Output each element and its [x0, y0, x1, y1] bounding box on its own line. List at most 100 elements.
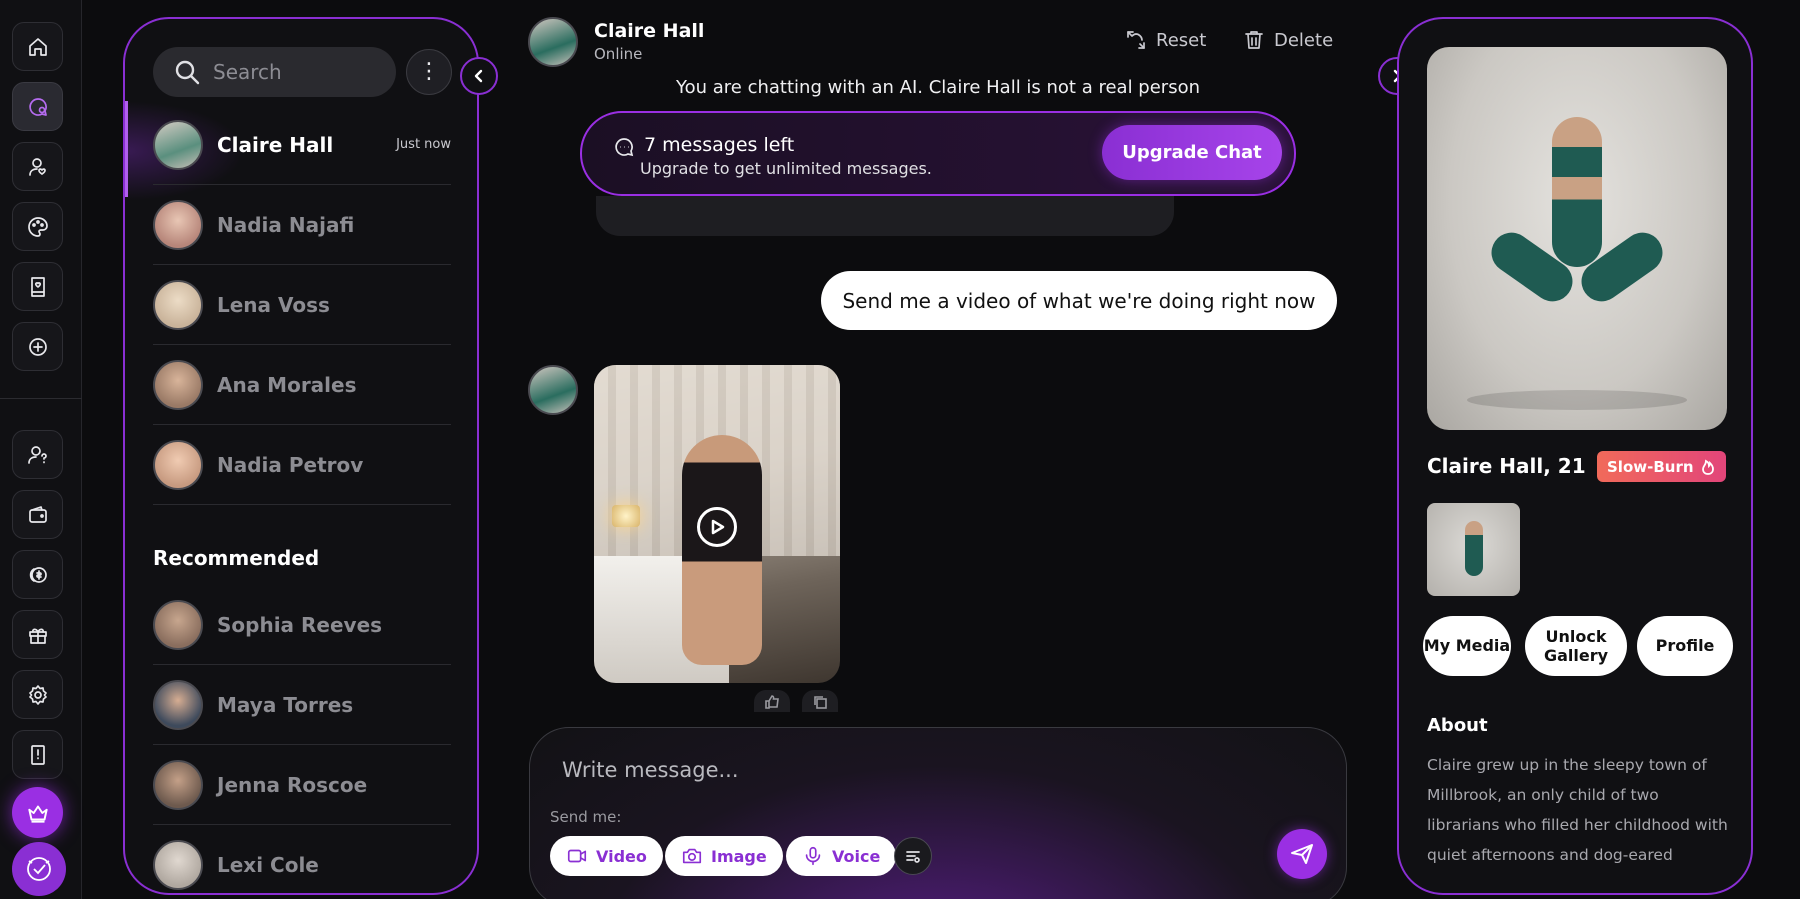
recommended-item-lexi-cole[interactable]: Lexi Cole [153, 825, 451, 893]
avatar [153, 839, 203, 890]
play-icon[interactable] [697, 507, 737, 547]
reset-button[interactable]: Reset [1124, 28, 1206, 52]
chat-icon[interactable] [12, 82, 63, 131]
about-heading: About [1427, 715, 1488, 736]
reset-label: Reset [1156, 29, 1207, 51]
delete-label: Delete [1274, 29, 1334, 51]
chip-label: Image [711, 846, 767, 866]
search-placeholder: Search [213, 60, 282, 84]
more-options-button[interactable]: ⋮ [406, 49, 452, 95]
chat-header-name: Claire Hall [594, 20, 705, 42]
send-button[interactable] [1277, 829, 1327, 879]
unlock-gallery-button[interactable]: Unlock Gallery [1525, 616, 1627, 676]
gallery-thumbnail[interactable] [1427, 503, 1520, 596]
avatar [153, 119, 203, 170]
collapse-list-button[interactable] [460, 57, 498, 95]
chat-name: Sophia Reeves [217, 612, 383, 637]
guide-icon[interactable] [12, 730, 63, 779]
previous-message-bubble [596, 196, 1174, 236]
online-status: Online [594, 45, 643, 63]
profile-name: Claire Hall, 21 [1427, 454, 1586, 478]
message-composer: Write message... Send me: Video Image Vo… [529, 727, 1347, 899]
message-limit-banner: 7 messages left Upgrade to get unlimited… [580, 111, 1296, 196]
microphone-icon [805, 846, 821, 866]
header-avatar[interactable] [528, 17, 578, 67]
delete-button[interactable]: Delete [1242, 28, 1333, 52]
gift-icon[interactable] [12, 610, 63, 659]
about-text: Claire grew up in the sleepy town of Mil… [1427, 756, 1728, 864]
coins-icon[interactable] [12, 550, 63, 599]
wallet-icon[interactable] [12, 490, 63, 539]
palette-icon[interactable] [12, 202, 63, 251]
copy-icon[interactable] [802, 690, 838, 712]
profile-photo[interactable] [1427, 47, 1727, 430]
media-lamp [612, 505, 640, 527]
chat-item-ana-morales[interactable]: Ana Morales [153, 345, 451, 425]
search-input[interactable]: Search [153, 47, 396, 97]
personality-tag: Slow-Burn [1597, 451, 1726, 482]
trash-icon [1245, 31, 1263, 49]
bot-avatar [528, 365, 578, 415]
like-icon[interactable] [754, 690, 790, 712]
chat-name: Ana Morales [217, 372, 357, 397]
send-icon [1291, 844, 1313, 864]
send-voice-button[interactable]: Voice [786, 836, 897, 876]
avatar [153, 759, 203, 810]
recommended-item-sophia-reeves[interactable]: Sophia Reeves [153, 585, 451, 665]
chat-name: Lena Voss [217, 292, 330, 317]
settings-icon[interactable] [12, 670, 63, 719]
message-input[interactable]: Write message... [562, 758, 739, 782]
user-help-icon[interactable] [12, 430, 63, 479]
upgrade-chat-button[interactable]: Upgrade Chat [1102, 125, 1282, 180]
badge-check-icon[interactable] [12, 842, 66, 896]
side-navigation [0, 0, 82, 899]
chat-name: Nadia Najafi [217, 212, 355, 237]
profile-panel: Claire Hall, 21 Slow-Burn My Media Unloc… [1397, 17, 1753, 895]
filter-options-button[interactable] [894, 837, 932, 875]
recommended-item-jenna-roscoe[interactable]: Jenna Roscoe [153, 745, 451, 825]
chat-time: Just now [396, 137, 451, 152]
chat-item-lena-voss[interactable]: Lena Voss [153, 265, 451, 345]
flame-icon [1701, 459, 1714, 475]
chevron-left-icon [474, 69, 483, 83]
recommended-heading: Recommended [153, 546, 320, 570]
chat-name: Claire Hall [217, 132, 334, 157]
avatar [153, 359, 203, 410]
upgrade-hint: Upgrade to get unlimited messages. [640, 159, 932, 178]
plus-circle-icon[interactable] [12, 322, 63, 371]
photo-figure [1552, 117, 1602, 267]
rail-divider [0, 398, 82, 399]
search-icon [175, 60, 200, 85]
chat-item-nadia-najafi[interactable]: Nadia Najafi [153, 185, 451, 265]
recommended-item-maya-torres[interactable]: Maya Torres [153, 665, 451, 745]
chat-item-nadia-petrov[interactable]: Nadia Petrov [153, 425, 451, 505]
chat-name: Maya Torres [217, 692, 354, 717]
photo-shadow [1467, 390, 1687, 410]
chat-item-claire-hall[interactable]: Claire Hall Just now [153, 105, 451, 185]
send-me-label: Send me: [550, 808, 622, 826]
ai-disclaimer: You are chatting with an AI. Claire Hall… [676, 77, 1200, 98]
chip-label: Video [596, 846, 647, 866]
active-chat-indicator [125, 101, 128, 197]
avatar [153, 679, 203, 730]
avatar [153, 279, 203, 330]
crown-icon[interactable] [12, 787, 63, 838]
send-video-button[interactable]: Video [550, 836, 663, 876]
my-media-button[interactable]: My Media [1423, 616, 1511, 676]
user-heart-icon[interactable] [12, 142, 63, 191]
user-message: Send me a video of what we're doing righ… [821, 271, 1337, 330]
home-icon[interactable] [12, 22, 63, 71]
avatar [153, 199, 203, 250]
chip-label: Voice [832, 846, 881, 866]
message-icon [612, 135, 636, 159]
chat-name: Jenna Roscoe [217, 772, 368, 797]
camera-icon [682, 848, 702, 864]
chat-name: Lexi Cole [217, 852, 319, 877]
book-heart-icon[interactable] [12, 262, 63, 311]
chat-name: Nadia Petrov [217, 452, 364, 477]
profile-button[interactable]: Profile [1637, 616, 1733, 676]
media-figure [682, 435, 762, 665]
reset-icon [1127, 31, 1145, 49]
send-image-button[interactable]: Image [665, 836, 783, 876]
video-message[interactable] [594, 365, 840, 683]
